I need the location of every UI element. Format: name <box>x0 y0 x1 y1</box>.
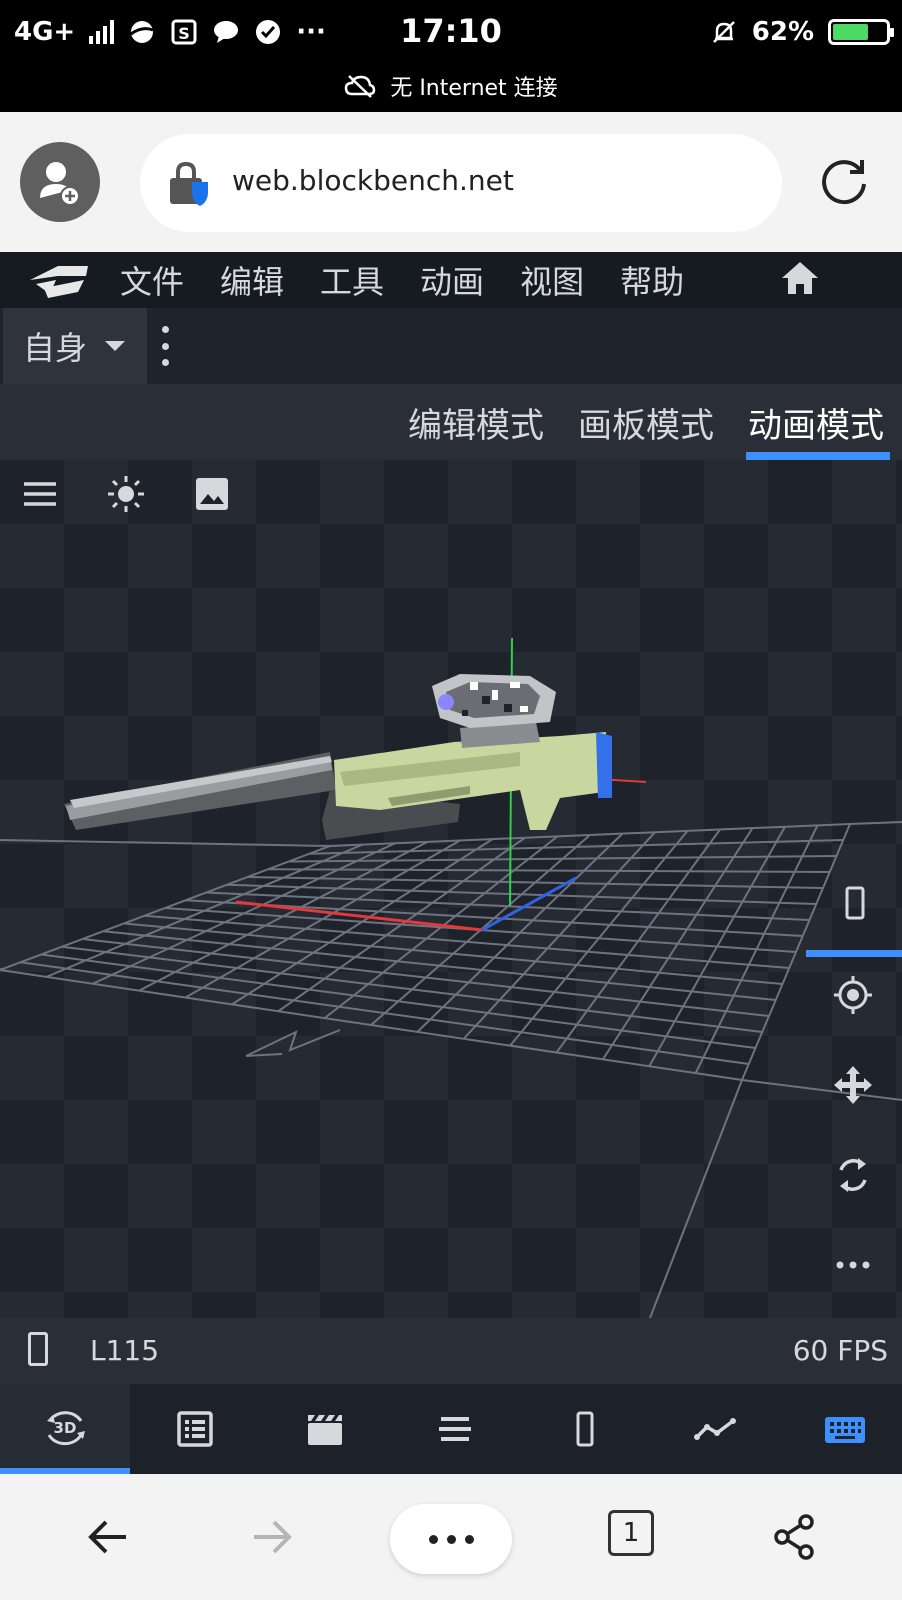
tab-graph-editor[interactable] <box>650 1384 780 1474</box>
tab-preview-device[interactable] <box>520 1384 650 1474</box>
viewport-menu-icon[interactable] <box>20 474 60 514</box>
app-menu-bar: 文件 编辑 工具 动画 视图 帮助 <box>0 252 902 308</box>
phone-icon[interactable] <box>834 882 876 924</box>
mode-tabs: 编辑模式 画板模式 动画模式 <box>0 384 902 460</box>
menu-items: 文件 编辑 工具 动画 视图 帮助 <box>120 252 684 308</box>
3d-rotate-icon: 3D <box>47 1411 85 1446</box>
tab-switcher-button[interactable]: 1 <box>608 1510 654 1556</box>
menu-lines-icon <box>439 1417 471 1441</box>
grid-line <box>555 828 721 1054</box>
chevron-down-icon <box>105 341 126 351</box>
bell-off-icon <box>712 21 735 43</box>
phone-icon <box>28 1332 48 1366</box>
keyboard-icon <box>825 1417 865 1443</box>
phone-icon <box>576 1411 594 1447</box>
brightness-icon[interactable] <box>106 474 146 514</box>
share-icon[interactable] <box>768 1510 822 1564</box>
3d-viewport[interactable] <box>0 460 902 1318</box>
grid-edge-line <box>741 1079 902 1101</box>
svg-text:3D: 3D <box>54 1419 77 1437</box>
move-arrows-icon[interactable] <box>832 1064 874 1106</box>
grid-line <box>602 827 754 1060</box>
menu-tools[interactable]: 工具 <box>320 257 384 303</box>
home-icon[interactable] <box>780 258 820 298</box>
lock-shield-icon <box>170 161 208 206</box>
status-label: L115 <box>90 1334 160 1367</box>
browser-address-bar: web.blockbench.net <box>0 112 902 252</box>
grid-line <box>694 824 819 1074</box>
battery-icon <box>828 19 894 45</box>
back-arrow-icon[interactable] <box>82 1510 136 1564</box>
grid-edge-line <box>849 821 902 825</box>
grid-shadow-mark <box>245 1029 341 1057</box>
menu-help[interactable]: 帮助 <box>620 257 684 303</box>
browser-nav-bar: 1 <box>0 1474 902 1600</box>
tab-3d-view[interactable]: 3D <box>0 1384 130 1474</box>
crosshair-icon[interactable] <box>832 974 874 1016</box>
menu-animation[interactable]: 动画 <box>420 257 484 303</box>
transform-space-label: 自身 <box>23 329 88 367</box>
active-tab-indicator <box>746 452 890 460</box>
menu-edit[interactable]: 编辑 <box>220 257 284 303</box>
grid-line <box>509 830 689 1047</box>
reload-icon[interactable] <box>818 156 870 208</box>
add-user-icon <box>40 162 80 206</box>
url-field[interactable]: web.blockbench.net <box>140 134 782 232</box>
forward-arrow-icon[interactable] <box>244 1510 298 1564</box>
grid-edge-line <box>649 1079 743 1318</box>
grid-line <box>103 930 776 1001</box>
rifle-model <box>64 674 612 840</box>
active-tool-indicator <box>806 950 902 957</box>
grid-edge-line <box>0 839 331 847</box>
transform-space-dropdown[interactable]: 自身 <box>3 308 147 384</box>
viewport-status-line: L115 60 FPS <box>0 1318 902 1384</box>
menu-view[interactable]: 视图 <box>520 257 584 303</box>
status-right-group: 62% <box>710 12 894 52</box>
tab-outliner[interactable] <box>130 1384 260 1474</box>
tab-animations[interactable] <box>260 1384 390 1474</box>
connection-notice-text: 无 Internet 连接 <box>390 76 558 101</box>
grid-line <box>20 961 749 1065</box>
url-text: web.blockbench.net <box>232 164 514 197</box>
image-icon[interactable] <box>192 474 232 514</box>
tab-timeline[interactable] <box>390 1384 520 1474</box>
connection-notice: 无 Internet 连接 <box>0 70 902 102</box>
tab-animate-mode[interactable]: 动画模式 <box>748 384 884 460</box>
graph-icon <box>694 1418 736 1440</box>
grid-line <box>41 953 756 1049</box>
fps-counter: 60 FPS <box>792 1334 888 1367</box>
cloud-off-icon <box>345 75 376 98</box>
rotate-arrows-icon[interactable] <box>832 1154 874 1196</box>
grid-line <box>144 914 790 969</box>
list-icon <box>177 1411 213 1447</box>
blockbench-logo-icon <box>30 266 88 298</box>
tab-paint-mode[interactable]: 画板模式 <box>578 384 714 460</box>
browser-menu-button[interactable] <box>390 1504 512 1574</box>
menu-file[interactable]: 文件 <box>120 257 184 303</box>
tool-row: 自身 <box>0 308 902 384</box>
tab-keyboard[interactable] <box>780 1384 902 1474</box>
panel-tab-bar: 3D <box>0 1384 902 1474</box>
more-horizontal-icon[interactable] <box>832 1244 874 1286</box>
profile-avatar[interactable] <box>20 142 100 222</box>
battery-percent: 62% <box>751 17 814 47</box>
more-vertical-icon[interactable] <box>160 326 170 366</box>
tab-edit-mode[interactable]: 编辑模式 <box>408 384 544 460</box>
ground-grid <box>0 821 902 1318</box>
scene-render <box>0 637 902 1318</box>
system-status-bar: 4G+ S ··· 17:10 62% 无 Internet 连接 <box>0 0 902 112</box>
grid-line <box>0 969 743 1081</box>
clapperboard-icon <box>308 1415 342 1445</box>
grid-line <box>61 945 763 1033</box>
